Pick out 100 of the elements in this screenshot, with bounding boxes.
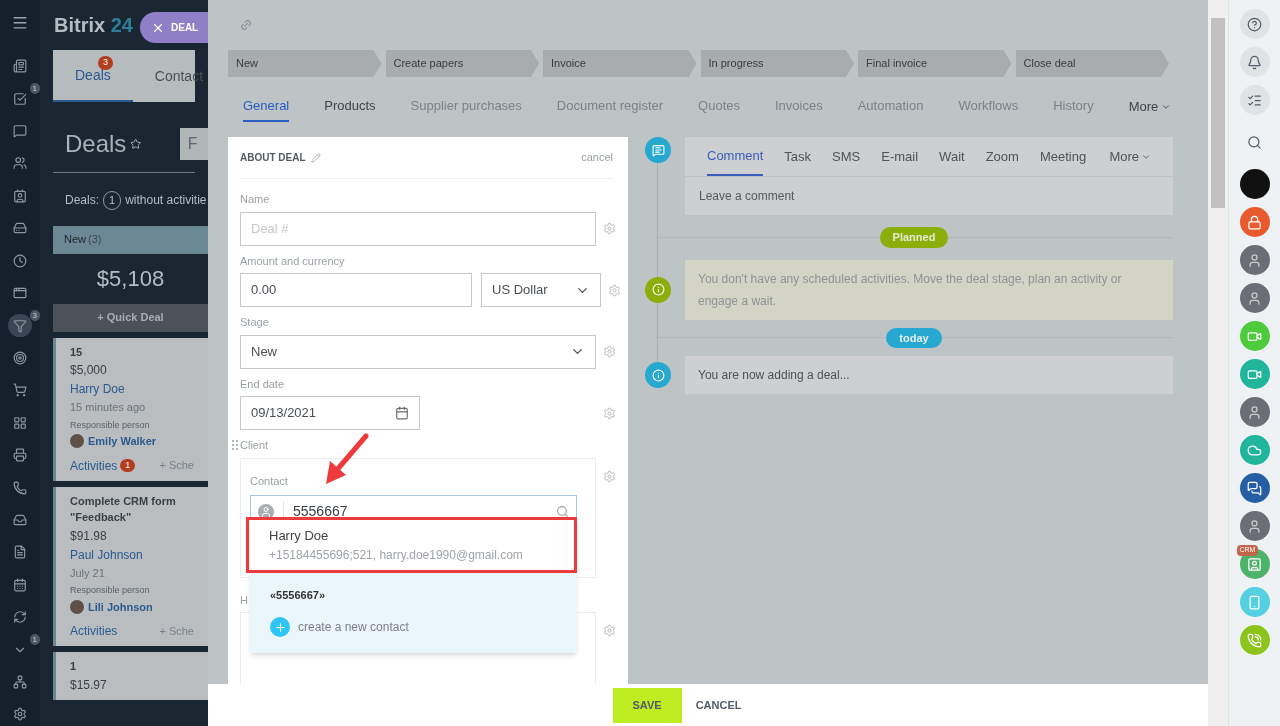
caret-icon[interactable] xyxy=(1161,102,1172,112)
filter-field[interactable]: F xyxy=(179,128,208,160)
cancel-link[interactable]: cancel xyxy=(581,149,613,166)
stage-step[interactable]: Invoice xyxy=(543,50,697,77)
app-button[interactable] xyxy=(1239,473,1270,503)
app-button[interactable] xyxy=(1239,245,1270,275)
cart-icon[interactable] xyxy=(13,383,27,398)
currency-select[interactable]: US Dollar xyxy=(481,273,601,307)
tab[interactable]: Meeting xyxy=(1039,137,1087,176)
list-icon xyxy=(1247,92,1262,108)
amount-field[interactable]: 0.00 xyxy=(240,273,472,307)
app-button[interactable] xyxy=(1239,9,1270,39)
lock-icon xyxy=(1247,214,1262,230)
feed-icon[interactable] xyxy=(13,59,27,74)
comment-field[interactable]: Leave a comment xyxy=(685,177,1173,215)
field-label: Contact xyxy=(250,474,288,487)
tab[interactable]: Zoom xyxy=(985,137,1019,176)
quick-deal-button[interactable]: + Quick Deal xyxy=(53,303,208,332)
inbox-icon[interactable] xyxy=(13,512,27,527)
person-link[interactable]: Emily Walker xyxy=(88,433,157,450)
search-icon[interactable] xyxy=(556,505,569,518)
info-icon xyxy=(645,362,671,388)
create-contact-button[interactable]: create a new contact xyxy=(270,617,557,637)
app-button[interactable] xyxy=(1239,397,1270,427)
avatar[interactable] xyxy=(1239,169,1270,199)
column-header: New (3) xyxy=(53,225,208,254)
field-label: H xyxy=(240,592,248,608)
drag-handle-icon[interactable] xyxy=(232,440,238,451)
count-badge: 1 xyxy=(29,633,40,645)
client-link[interactable]: Harry Doe xyxy=(70,380,194,398)
tab[interactable]: Task xyxy=(784,137,812,176)
deal-amount: $15.97 xyxy=(70,676,108,694)
refresh-icon[interactable] xyxy=(13,610,27,625)
tab[interactable]: Wait xyxy=(939,137,965,176)
target-icon[interactable] xyxy=(13,350,27,365)
stage-select[interactable]: New xyxy=(240,334,596,369)
date-field[interactable]: 09/13/2021 xyxy=(240,396,420,430)
printer-icon[interactable] xyxy=(13,448,27,463)
activities-link[interactable]: Activities xyxy=(70,456,118,475)
tab[interactable]: Comment xyxy=(707,137,764,176)
clock-icon[interactable] xyxy=(13,253,27,268)
calendar-icon[interactable] xyxy=(13,577,27,592)
app-button[interactable] xyxy=(1239,85,1270,115)
app-button[interactable] xyxy=(1239,47,1270,77)
stage-step[interactable]: Final invoice xyxy=(858,50,1012,77)
app-button[interactable] xyxy=(1239,511,1270,541)
mobile-icon xyxy=(1247,594,1262,610)
scrollbar[interactable] xyxy=(1208,0,1228,726)
plus-icon xyxy=(270,617,290,637)
more-menu[interactable]: More xyxy=(1128,97,1159,117)
deal-card[interactable]: 1 $15.97 xyxy=(53,652,208,700)
planned-badge: Planned xyxy=(879,227,949,248)
grid-icon[interactable] xyxy=(13,415,27,430)
document-icon[interactable] xyxy=(13,545,27,560)
tab[interactable]: E-mail xyxy=(881,137,919,176)
phone-icon[interactable] xyxy=(13,480,27,495)
more-menu[interactable]: More xyxy=(1109,146,1139,167)
client-link[interactable]: Paul Johnson xyxy=(70,545,194,564)
save-button[interactable]: SAVE xyxy=(612,687,682,723)
stage-step[interactable]: In progress xyxy=(700,50,854,77)
deal-card[interactable]: 15 $5,000 Harry Doe 15 minutes ago Responsible person Emily Walker Activities 1 + Sche xyxy=(53,337,208,481)
field-label: Responsible person xyxy=(70,584,151,597)
name-field[interactable]: Deal # xyxy=(240,211,596,246)
stage-step[interactable]: Close deal xyxy=(1015,50,1169,77)
window-icon[interactable] xyxy=(13,286,27,301)
tab[interactable]: Products xyxy=(324,92,376,122)
cloud-icon xyxy=(1247,442,1262,458)
section-title: ABOUT DEAL xyxy=(240,151,306,165)
checkbox-icon[interactable] xyxy=(13,91,27,106)
settings-icon[interactable] xyxy=(13,707,27,722)
tab[interactable]: SMS xyxy=(832,137,861,176)
field-label: Client xyxy=(240,438,269,453)
menu-icon[interactable] xyxy=(11,14,29,32)
stage-step[interactable]: Create papers xyxy=(385,50,539,77)
field-label: End date xyxy=(240,376,286,392)
contact-result[interactable]: Harry Doe +15184455696;521, harry.doe1990@gmail.com xyxy=(246,517,577,573)
group-chat-icon xyxy=(1247,480,1262,496)
empty-activities-note: You don't have any scheduled activities. Move the deal stage, plan an activity or engage a wait. xyxy=(685,259,1173,320)
filter-icon[interactable] xyxy=(13,318,27,333)
activities-link[interactable]: Activities xyxy=(70,622,118,640)
drive-icon[interactable] xyxy=(13,221,27,236)
page-title: Deals xyxy=(65,129,127,159)
cancel-button[interactable]: CANCEL xyxy=(693,687,744,723)
deal-card[interactable]: Complete CRM form "Feedback" $91.98 Paul Johnson July 21 Responsible person Lili Johnson Activities + Sche xyxy=(53,486,208,646)
count-badge: 1 xyxy=(120,458,136,473)
avatar xyxy=(1247,252,1262,268)
count-badge: 3 xyxy=(98,56,113,70)
person-link[interactable]: Lili Johnson xyxy=(88,598,153,615)
people-icon[interactable] xyxy=(13,156,27,171)
avatar xyxy=(1247,290,1262,306)
close-deal-tab[interactable]: DEAL xyxy=(140,12,208,43)
chat-icon[interactable] xyxy=(13,124,27,139)
network-icon[interactable] xyxy=(13,674,27,689)
activity-note: You are now adding a deal... xyxy=(685,356,1173,394)
tab[interactable]: General xyxy=(243,92,290,122)
app-button[interactable] xyxy=(1239,207,1270,237)
stage-step[interactable]: New xyxy=(228,50,382,77)
calendar-icon[interactable] xyxy=(395,406,409,420)
app-button[interactable] xyxy=(1239,283,1270,313)
contact-card-icon[interactable] xyxy=(13,188,27,203)
